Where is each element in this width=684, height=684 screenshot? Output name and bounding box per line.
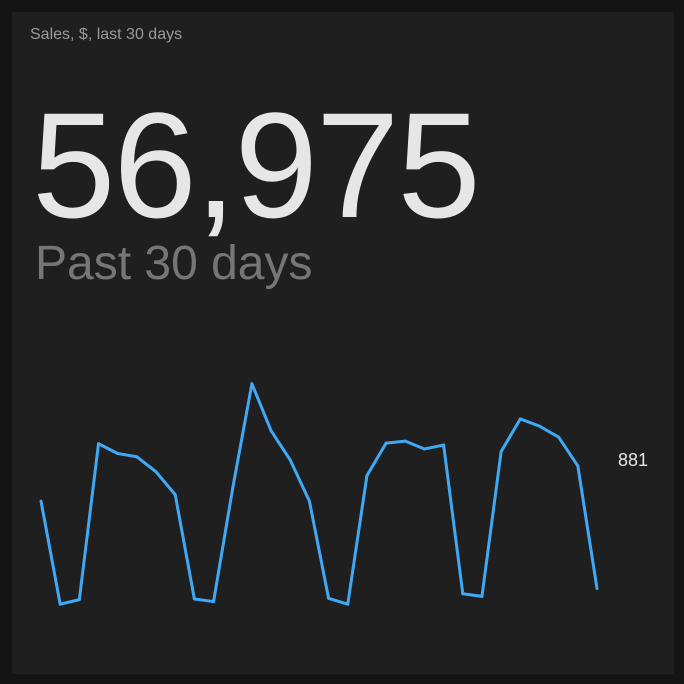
sparkline-segment-5 bbox=[116, 452, 139, 459]
sparkline-segment-11 bbox=[231, 382, 254, 490]
sparkline-segment-17 bbox=[346, 474, 369, 606]
sparkline-segment-15 bbox=[307, 499, 331, 600]
sparkline-segment-26 bbox=[518, 417, 541, 428]
sparkline-segment-1 bbox=[39, 499, 62, 606]
sparkline-segment-9 bbox=[192, 597, 216, 604]
sparkline-segment-8 bbox=[173, 493, 196, 601]
sparkline-segment-14 bbox=[288, 458, 311, 503]
sparkline-segment-25 bbox=[499, 417, 522, 454]
sparkline-segment-6 bbox=[135, 455, 158, 474]
sparkline-segment-23 bbox=[461, 592, 484, 598]
sparkline-segment-4 bbox=[97, 442, 120, 456]
last-value-label: 881 bbox=[618, 450, 648, 470]
sparkline-segment-29 bbox=[576, 464, 599, 591]
sparkline-segment-12 bbox=[250, 382, 273, 433]
sparkline-segment-21 bbox=[422, 443, 446, 451]
sparkline-series bbox=[39, 382, 599, 606]
sales-sparkline: 881 bbox=[39, 382, 648, 606]
sparkline-segment-20 bbox=[403, 439, 426, 451]
sparkline-segment-2 bbox=[58, 598, 81, 606]
sparkline-segment-13 bbox=[269, 429, 292, 462]
sparkline-segment-16 bbox=[327, 596, 350, 606]
sparkline-segment-28 bbox=[557, 435, 580, 468]
sparkline-segment-10 bbox=[212, 486, 235, 604]
sparkline-segment-19 bbox=[384, 439, 407, 445]
sales-widget: Sales, $, last 30 days 56,975 Past 30 da… bbox=[12, 12, 674, 674]
sparkline-segment-24 bbox=[480, 450, 503, 598]
sparkline-segment-18 bbox=[365, 441, 388, 478]
sparkline-segment-3 bbox=[77, 442, 101, 602]
sparkline-segment-7 bbox=[154, 470, 177, 497]
sparkline-segment-27 bbox=[537, 424, 561, 439]
sparkline-segment-22 bbox=[442, 443, 465, 596]
